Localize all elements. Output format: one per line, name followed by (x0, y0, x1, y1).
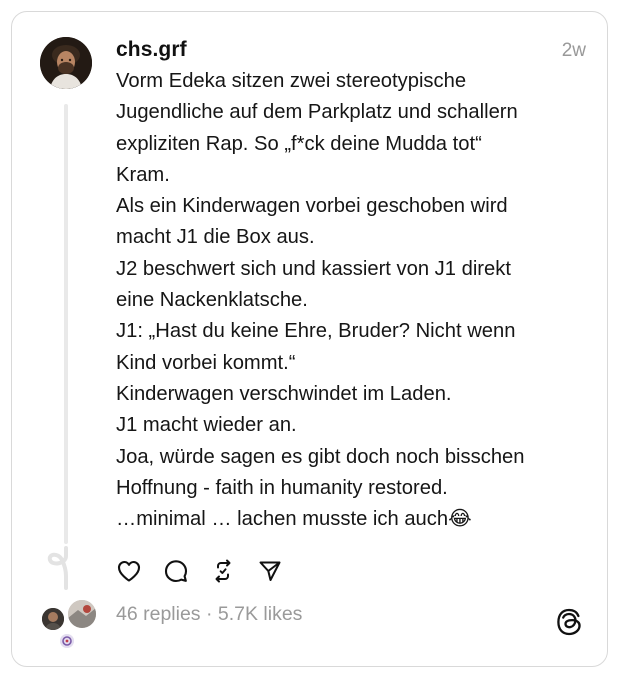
reply-button[interactable] (163, 558, 189, 584)
post-text-line: J2 beschwert sich und kassiert von J1 di… (116, 257, 511, 280)
post-text: Vorm Edeka sitzen zwei stereotypische Ju… (116, 66, 586, 535)
reply-avatars[interactable] (38, 598, 102, 652)
post-actions (116, 556, 304, 586)
comment-icon (164, 560, 188, 583)
repost-button[interactable] (210, 558, 236, 584)
reply-avatar-image (42, 608, 64, 630)
heart-icon (117, 560, 141, 582)
reply-avatar (58, 632, 76, 650)
post-text-line: Joa, würde sagen es gibt doch noch bissc… (116, 445, 525, 468)
threads-logo-icon[interactable] (556, 608, 582, 636)
post-stats[interactable]: 46 replies · 5.7K likes (116, 603, 302, 626)
post-text-line: Kram. (116, 163, 170, 186)
post-text-line: expliziten Rap. So „f*ck deine Mudda tot… (116, 132, 482, 155)
author-avatar[interactable] (40, 37, 92, 89)
post-text-line: J1 macht wieder an. (116, 414, 297, 437)
post-text-line: Hoffnung - faith in humanity restored. (116, 476, 448, 499)
post-text-line: Jugendliche auf dem Parkplatz und schall… (116, 101, 518, 124)
post-text-line: Kind vorbei kommt.“ (116, 351, 296, 374)
reply-avatar-image (68, 600, 96, 628)
send-icon (259, 561, 281, 581)
reply-avatar (40, 606, 66, 632)
post-text-line: Als ein Kinderwagen vorbei geschoben wir… (116, 195, 508, 218)
like-button[interactable] (116, 558, 142, 584)
thread-loop-icon (47, 546, 68, 590)
thread-line (64, 104, 68, 544)
reply-avatar (66, 598, 98, 630)
share-button[interactable] (257, 558, 283, 584)
post-text-line: …minimal … lachen musste ich auch😂 (116, 508, 472, 531)
repost-icon (215, 559, 231, 583)
post-text-line: Kinderwagen verschwindet im Laden. (116, 382, 452, 405)
reply-avatar-image (60, 634, 74, 648)
author-avatar-image (40, 37, 92, 89)
post-text-line: macht J1 die Box aus. (116, 226, 315, 249)
post-text-line: eine Nackenklatsche. (116, 289, 308, 312)
post-text-line: J1: „Hast du keine Ehre, Bruder? Nicht w… (116, 320, 516, 343)
post-text-line: Vorm Edeka sitzen zwei stereotypische (116, 70, 467, 92)
post-timestamp: 2w (561, 40, 586, 61)
author-username[interactable]: chs.grf (116, 38, 187, 62)
